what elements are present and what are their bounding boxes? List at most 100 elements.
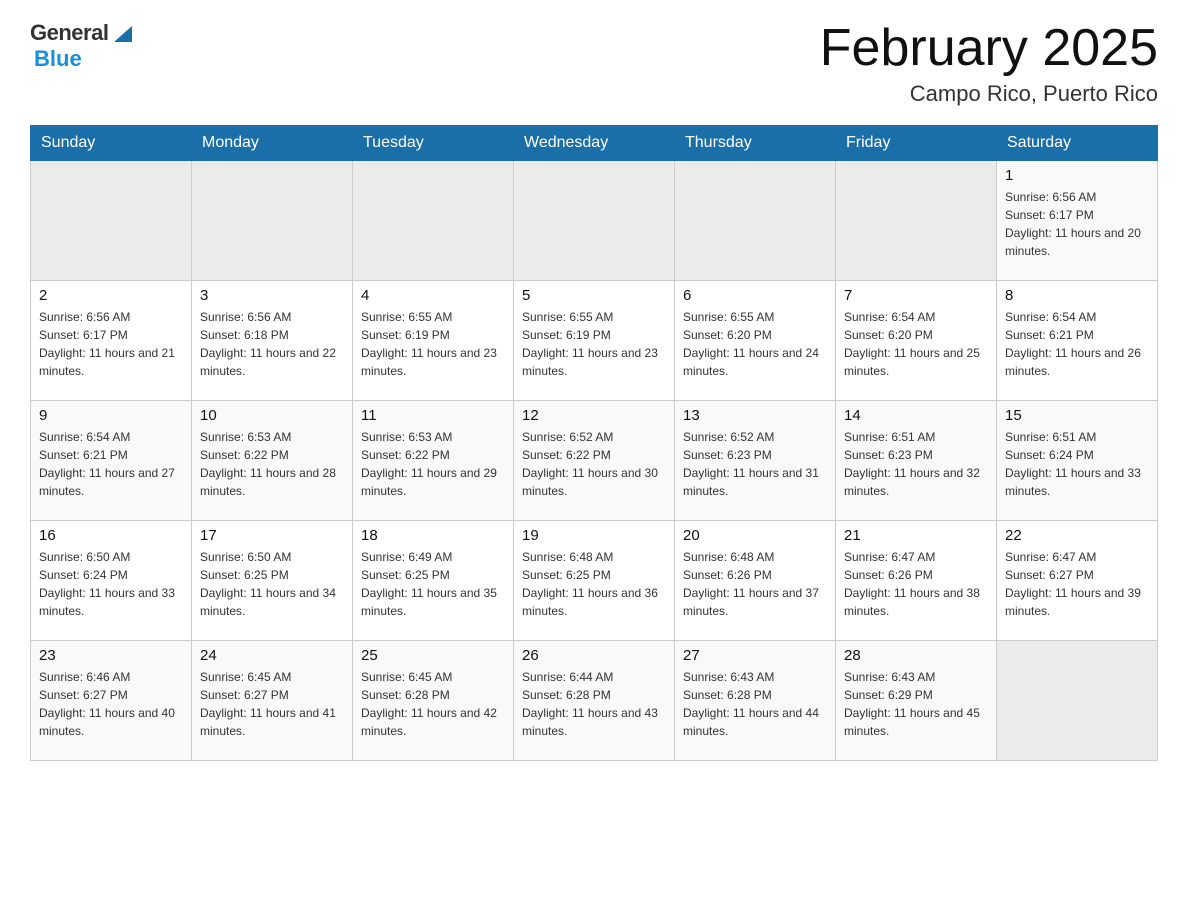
daylight-text: Daylight: 11 hours and 23 minutes. [522, 344, 666, 380]
sunset-text: Sunset: 6:25 PM [361, 566, 505, 584]
daylight-text: Daylight: 11 hours and 42 minutes. [361, 704, 505, 740]
calendar-cell: 8Sunrise: 6:54 AMSunset: 6:21 PMDaylight… [997, 281, 1158, 401]
calendar-cell: 14 Sunrise: 6:51 AMSunset: 6:23 PMDayligh… [836, 401, 997, 521]
day-info: Sunrise: 6:49 AMSunset: 6:25 PMDaylight:… [361, 548, 505, 620]
day-info: Sunrise: 6:45 AMSunset: 6:27 PMDaylight:… [200, 668, 344, 740]
calendar-cell: 12Sunrise: 6:52 AMSunset: 6:22 PMDayligh… [514, 401, 675, 521]
daylight-text: Daylight: 11 hours and 25 minutes. [844, 344, 988, 380]
calendar-table: SundayMondayTuesdayWednesdayThursdayFrid… [30, 125, 1158, 761]
daylight-text: Daylight: 11 hours and 40 minutes. [39, 704, 183, 740]
calendar-week-row: 2Sunrise: 6:56 AMSunset: 6:17 PMDaylight… [31, 281, 1158, 401]
calendar-cell: 19Sunrise: 6:48 AMSunset: 6:25 PMDayligh… [514, 521, 675, 641]
calendar-cell [997, 641, 1158, 761]
sunset-text: Sunset: 6:21 PM [1005, 326, 1149, 344]
sunset-text: Sunset: 6:25 PM [200, 566, 344, 584]
day-number: 2 [39, 287, 183, 304]
day-info: Sunrise: 6:50 AMSunset: 6:25 PMDaylight:… [200, 548, 344, 620]
logo-blue-text: Blue [34, 46, 82, 72]
day-info: Sunrise: 6:51 AMSunset: 6:24 PMDaylight:… [1005, 428, 1149, 500]
calendar-cell: 5Sunrise: 6:55 AMSunset: 6:19 PMDaylight… [514, 281, 675, 401]
calendar-cell [353, 161, 514, 281]
sunrise-text: Sunrise: 6:56 AM [39, 308, 183, 326]
day-info: Sunrise: 6:52 AMSunset: 6:22 PMDaylight:… [522, 428, 666, 500]
daylight-text: Daylight: 11 hours and 41 minutes. [200, 704, 344, 740]
sunrise-text: Sunrise: 6:50 AM [39, 548, 183, 566]
calendar-cell: 1 Sunrise: 6:56 AMSunset: 6:17 PMDaylight… [997, 161, 1158, 281]
day-info: Sunrise: 6:55 AMSunset: 6:20 PMDaylight:… [683, 308, 827, 380]
sunset-text: Sunset: 6:24 PM [39, 566, 183, 584]
sunset-text: Sunset: 6:17 PM [39, 326, 183, 344]
daylight-text: Daylight: 11 hours and 43 minutes. [522, 704, 666, 740]
day-info: Sunrise: 6:56 AMSunset: 6:17 PMDaylight:… [39, 308, 183, 380]
daylight-text: Daylight: 11 hours and 38 minutes. [844, 584, 988, 620]
daylight-text: Daylight: 11 hours and 21 minutes. [39, 344, 183, 380]
daylight-text: Daylight: 11 hours and 29 minutes. [361, 464, 505, 500]
daylight-text: Daylight: 11 hours and 26 minutes. [1005, 344, 1149, 380]
sunrise-text: Sunrise: 6:44 AM [522, 668, 666, 686]
calendar-cell: 18Sunrise: 6:49 AMSunset: 6:25 PMDayligh… [353, 521, 514, 641]
day-number: 24 [200, 647, 344, 664]
day-info: Sunrise: 6:53 AMSunset: 6:22 PMDaylight:… [361, 428, 505, 500]
day-info: Sunrise: 6:45 AMSunset: 6:28 PMDaylight:… [361, 668, 505, 740]
day-number: 26 [522, 647, 666, 664]
calendar-header-row: SundayMondayTuesdayWednesdayThursdayFrid… [31, 126, 1158, 161]
sunrise-text: Sunrise: 6:52 AM [683, 428, 827, 446]
sunset-text: Sunset: 6:29 PM [844, 686, 988, 704]
month-title: February 2025 [820, 20, 1158, 77]
calendar-cell [675, 161, 836, 281]
day-info: Sunrise: 6:48 AMSunset: 6:25 PMDaylight:… [522, 548, 666, 620]
day-info: Sunrise: 6:47 AMSunset: 6:26 PMDaylight:… [844, 548, 988, 620]
calendar-week-row: 23Sunrise: 6:46 AMSunset: 6:27 PMDayligh… [31, 641, 1158, 761]
sunrise-text: Sunrise: 6:55 AM [522, 308, 666, 326]
daylight-text: Daylight: 11 hours and 34 minutes. [200, 584, 344, 620]
calendar-cell: 10Sunrise: 6:53 AMSunset: 6:22 PMDayligh… [192, 401, 353, 521]
day-info: Sunrise: 6:55 AMSunset: 6:19 PMDaylight:… [522, 308, 666, 380]
logo-general-text: General [30, 20, 108, 46]
sunrise-text: Sunrise: 6:50 AM [200, 548, 344, 566]
calendar-cell: 24 Sunrise: 6:45 AMSunset: 6:27 PMDayligh… [192, 641, 353, 761]
calendar-week-row: 9Sunrise: 6:54 AMSunset: 6:21 PMDaylight… [31, 401, 1158, 521]
daylight-text: Daylight: 11 hours and 30 minutes. [522, 464, 666, 500]
calendar-cell: 17 Sunrise: 6:50 AMSunset: 6:25 PMDayligh… [192, 521, 353, 641]
day-number: 1 [1005, 167, 1149, 184]
sunrise-text: Sunrise: 6:45 AM [361, 668, 505, 686]
day-info: Sunrise: 6:56 AMSunset: 6:17 PMDaylight:… [1005, 188, 1149, 260]
location-title: Campo Rico, Puerto Rico [820, 81, 1158, 107]
daylight-text: Daylight: 11 hours and 35 minutes. [361, 584, 505, 620]
sunrise-text: Sunrise: 6:47 AM [844, 548, 988, 566]
day-number: 4 [361, 287, 505, 304]
calendar-cell: 16Sunrise: 6:50 AMSunset: 6:24 PMDayligh… [31, 521, 192, 641]
calendar-cell: 2 Sunrise: 6:56 AMSunset: 6:17 PMDaylight… [31, 281, 192, 401]
calendar-cell: 23Sunrise: 6:46 AMSunset: 6:27 PMDayligh… [31, 641, 192, 761]
day-number: 14 [844, 407, 988, 424]
sunset-text: Sunset: 6:23 PM [844, 446, 988, 464]
day-number: 17 [200, 527, 344, 544]
day-number: 9 [39, 407, 183, 424]
calendar-cell: 7Sunrise: 6:54 AMSunset: 6:20 PMDaylight… [836, 281, 997, 401]
day-header-friday: Friday [836, 126, 997, 161]
calendar-cell: 22Sunrise: 6:47 AMSunset: 6:27 PMDayligh… [997, 521, 1158, 641]
calendar-cell: 9Sunrise: 6:54 AMSunset: 6:21 PMDaylight… [31, 401, 192, 521]
calendar-cell: 3Sunrise: 6:56 AMSunset: 6:18 PMDaylight… [192, 281, 353, 401]
calendar-cell [192, 161, 353, 281]
daylight-text: Daylight: 11 hours and 39 minutes. [1005, 584, 1149, 620]
sunset-text: Sunset: 6:22 PM [200, 446, 344, 464]
sunrise-text: Sunrise: 6:55 AM [361, 308, 505, 326]
sunset-text: Sunset: 6:19 PM [361, 326, 505, 344]
sunrise-text: Sunrise: 6:54 AM [1005, 308, 1149, 326]
day-info: Sunrise: 6:51 AMSunset: 6:23 PMDaylight:… [844, 428, 988, 500]
sunrise-text: Sunrise: 6:49 AM [361, 548, 505, 566]
sunrise-text: Sunrise: 6:52 AM [522, 428, 666, 446]
day-info: Sunrise: 6:44 AMSunset: 6:28 PMDaylight:… [522, 668, 666, 740]
logo: General Blue [30, 20, 134, 72]
sunrise-text: Sunrise: 6:48 AM [522, 548, 666, 566]
daylight-text: Daylight: 11 hours and 20 minutes. [1005, 224, 1149, 260]
day-number: 21 [844, 527, 988, 544]
daylight-text: Daylight: 11 hours and 32 minutes. [844, 464, 988, 500]
daylight-text: Daylight: 11 hours and 24 minutes. [683, 344, 827, 380]
day-info: Sunrise: 6:52 AMSunset: 6:23 PMDaylight:… [683, 428, 827, 500]
day-number: 10 [200, 407, 344, 424]
day-number: 16 [39, 527, 183, 544]
sunset-text: Sunset: 6:27 PM [39, 686, 183, 704]
day-info: Sunrise: 6:46 AMSunset: 6:27 PMDaylight:… [39, 668, 183, 740]
